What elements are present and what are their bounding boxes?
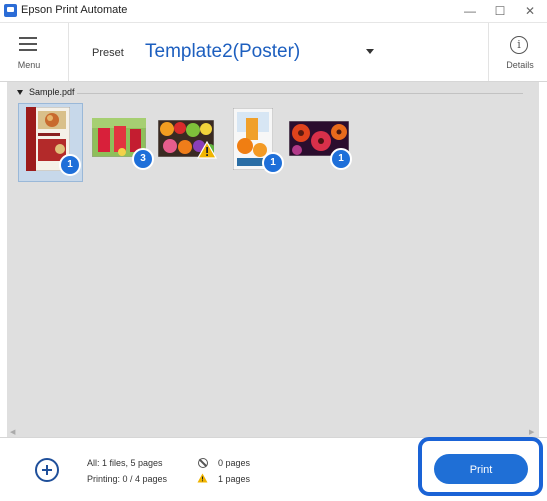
title-bar: Epson Print Automate — ☐ ✕ [0,0,547,23]
page-count-badge: 1 [59,154,81,176]
toolbar-divider [488,23,489,81]
chevron-down-icon [366,49,374,54]
page-count-badge: 1 [330,148,352,170]
warning-icon [197,141,217,159]
printing-progress: Printing: 0 / 4 pages [87,474,168,484]
ban-icon [198,458,208,468]
scroll-right-icon[interactable]: ▶ [529,428,534,436]
file-list-area: Sample.pdf 1 3 1 1 [7,82,539,437]
page-count-badge: 3 [132,148,154,170]
maximize-button[interactable]: ☐ [485,2,515,20]
bottom-bar: All: 1 files, 5 pages Printing: 0 / 4 pa… [0,437,547,501]
scroll-left-icon[interactable]: ◀ [10,428,15,436]
close-button[interactable]: ✕ [515,2,545,20]
skipped-pages-count: 0 pages [218,458,251,468]
preset-dropdown[interactable]: Template2(Poster) [140,31,380,65]
toolbar: Menu Preset Template2(Poster) i Details [0,23,547,82]
horizontal-scrollbar[interactable]: ◀ ▶ [7,428,539,436]
info-icon: i [510,36,528,54]
warning-icon [197,473,208,483]
minimize-button[interactable]: — [455,2,485,20]
page-count-badge: 1 [262,152,284,174]
file-group-header[interactable]: Sample.pdf [7,85,539,101]
epson-app-icon [4,4,17,17]
hamburger-icon [19,37,37,51]
preset-value: Template2(Poster) [145,41,301,62]
thumbnail-5-flowers[interactable]: 1 [289,121,352,170]
collapse-icon [17,90,23,95]
thumbnail-3-fruits[interactable] [158,120,217,159]
thumbnail-2-drinks[interactable]: 3 [92,118,154,170]
thumbnail-4-juice[interactable]: 1 [233,108,284,174]
menu-label: Menu [17,60,41,70]
toolbar-divider [68,23,69,81]
window-title: Epson Print Automate [21,4,128,16]
plus-icon-vertical [46,465,48,475]
print-button[interactable]: Print [434,454,528,484]
preset-label: Preset [92,47,124,59]
menu-button[interactable]: Menu [12,37,46,71]
file-name: Sample.pdf [29,87,75,97]
details-label: Details [506,60,534,70]
add-file-button[interactable] [35,458,59,482]
warning-pages-count: 1 pages [218,474,251,484]
group-divider [77,93,523,94]
all-files-count: All: 1 files, 5 pages [87,458,163,468]
thumbnail-1-cookbook[interactable]: 1 [26,107,81,176]
details-button[interactable]: i Details [500,36,540,78]
